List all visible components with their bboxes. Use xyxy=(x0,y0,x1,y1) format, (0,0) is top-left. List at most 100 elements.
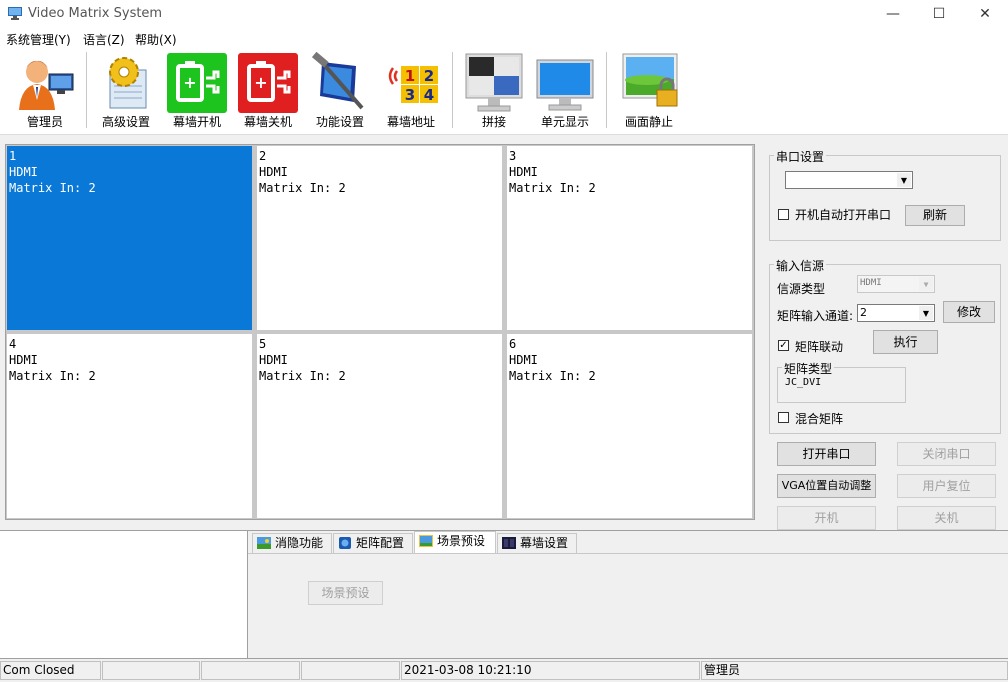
toolbar-separator xyxy=(606,52,607,128)
cell-source: HDMI xyxy=(9,164,252,180)
toolbar-freeze-frame-label: 画面静止 xyxy=(613,113,685,130)
cell-source: HDMI xyxy=(259,164,502,180)
status-empty-3 xyxy=(301,661,400,680)
source-type-select[interactable]: HDMI ▼ xyxy=(857,275,935,293)
power-off-button[interactable]: 关机 xyxy=(897,506,996,530)
toolbar-wall-address-label: 幕墙地址 xyxy=(377,113,445,130)
svg-text:1: 1 xyxy=(405,67,415,85)
user-reset-button[interactable]: 用户复位 xyxy=(897,474,996,498)
wall-cell-3[interactable]: 3 HDMI Matrix In: 2 xyxy=(507,146,752,330)
menu-language[interactable]: 语言(Z) xyxy=(83,31,125,48)
status-datetime: 2021-03-08 10:21:10 xyxy=(401,661,700,680)
mixed-matrix-checkbox[interactable] xyxy=(778,412,789,423)
cell-matrix-input: Matrix In: 2 xyxy=(259,180,502,196)
svg-text:+: + xyxy=(183,73,196,92)
cell-source: HDMI xyxy=(509,164,752,180)
landscape-icon xyxy=(257,537,271,549)
menu-help[interactable]: 帮助(X) xyxy=(135,31,177,48)
scene-preset-button[interactable]: 场景预设 xyxy=(308,581,383,605)
scene-preset-icon xyxy=(419,535,433,547)
cell-matrix-input: Matrix In: 2 xyxy=(509,368,752,384)
status-bar: Com Closed 2021-03-08 10:21:10 管理员 xyxy=(0,658,1008,682)
toolbar-wall-power-on-button[interactable]: + 幕墙开机 xyxy=(163,48,231,134)
vga-auto-adjust-button[interactable]: VGA位置自动调整 xyxy=(777,474,876,498)
toolbar-freeze-frame-button[interactable]: 画面静止 xyxy=(613,48,685,134)
open-port-button[interactable]: 打开串口 xyxy=(777,442,876,466)
toolbar-splice-label: 拼接 xyxy=(458,113,530,130)
wall-cell-6[interactable]: 6 HDMI Matrix In: 2 xyxy=(507,334,752,518)
tab-blanking[interactable]: 消隐功能 xyxy=(252,533,332,553)
cell-source: HDMI xyxy=(509,352,752,368)
input-source-title: 输入信源 xyxy=(774,257,826,274)
serial-port-select[interactable]: ▼ xyxy=(785,171,913,189)
toolbar: 管理员 高级设置 + 幕墙开机 + 幕墙关机 功能设置 xyxy=(0,48,1008,135)
matrix-type-value: JC_DVI xyxy=(785,377,821,388)
toolbar-unit-display-label: 单元显示 xyxy=(530,113,600,130)
status-empty-1 xyxy=(102,661,200,680)
execute-button[interactable]: 执行 xyxy=(873,330,938,354)
power-on-button[interactable]: 开机 xyxy=(777,506,876,530)
maximize-button[interactable]: ☐ xyxy=(916,0,962,28)
matrix-channel-select[interactable]: 2 ▼ xyxy=(857,304,935,322)
tab-scene-preset[interactable]: 场景预设 xyxy=(414,531,496,553)
cell-matrix-input: Matrix In: 2 xyxy=(509,180,752,196)
toolbar-function-settings-label: 功能设置 xyxy=(305,113,375,130)
matrix-link-checkbox[interactable]: ✓ xyxy=(778,340,789,351)
cell-matrix-input: Matrix In: 2 xyxy=(9,180,252,196)
wall-power-on-icon: + xyxy=(166,52,228,114)
cell-number: 1 xyxy=(9,148,252,164)
unit-display-icon xyxy=(533,52,597,114)
minimize-button[interactable]: — xyxy=(870,0,916,28)
tab-scene-preset-label: 场景预设 xyxy=(437,534,485,548)
wall-cell-5[interactable]: 5 HDMI Matrix In: 2 xyxy=(257,334,502,518)
close-button[interactable]: ✕ xyxy=(962,0,1008,28)
toolbar-separator xyxy=(86,52,87,128)
menu-system-management[interactable]: 系统管理(Y) xyxy=(6,31,71,48)
tab-matrix-config[interactable]: 矩阵配置 xyxy=(333,533,413,553)
log-list[interactable] xyxy=(0,530,248,659)
matrix-channel-value: 2 xyxy=(860,306,867,319)
matrix-channel-label: 矩阵输入通道: xyxy=(777,307,853,324)
menu-bar: 系统管理(Y) 语言(Z) 帮助(X) xyxy=(0,28,1008,48)
cell-source: HDMI xyxy=(259,352,502,368)
cell-matrix-input: Matrix In: 2 xyxy=(259,368,502,384)
toolbar-function-settings-button[interactable]: 功能设置 xyxy=(305,48,375,134)
toolbar-wall-address-button[interactable]: 1 2 3 4 幕墙地址 xyxy=(377,48,445,134)
scene-preset-panel: 场景预设 xyxy=(248,553,1008,660)
wall-settings-icon xyxy=(502,537,516,549)
matrix-type-title: 矩阵类型 xyxy=(782,360,834,377)
admin-user-icon xyxy=(13,52,77,112)
tab-wall-settings[interactable]: 幕墙设置 xyxy=(497,533,577,553)
close-port-button[interactable]: 关闭串口 xyxy=(897,442,996,466)
window-title: Video Matrix System xyxy=(28,6,162,21)
wall-cell-1[interactable]: 1 HDMI Matrix In: 2 xyxy=(7,146,252,330)
wall-cell-2[interactable]: 2 HDMI Matrix In: 2 xyxy=(257,146,502,330)
wall-cell-4[interactable]: 4 HDMI Matrix In: 2 xyxy=(7,334,252,518)
chevron-down-icon: ▼ xyxy=(919,306,933,320)
serial-settings-group xyxy=(769,155,1001,241)
mixed-matrix-label: 混合矩阵 xyxy=(795,410,843,427)
modify-button[interactable]: 修改 xyxy=(943,301,995,323)
toolbar-splice-button[interactable]: 拼接 xyxy=(458,48,530,134)
svg-text:2: 2 xyxy=(424,67,434,85)
wall-power-off-icon: + xyxy=(237,52,299,114)
status-com: Com Closed xyxy=(0,661,101,680)
auto-open-port-checkbox[interactable] xyxy=(778,209,789,220)
toolbar-wall-power-off-button[interactable]: + 幕墙关机 xyxy=(234,48,302,134)
toolbar-unit-display-button[interactable]: 单元显示 xyxy=(530,48,600,134)
chevron-down-icon: ▼ xyxy=(897,173,911,187)
cell-number: 5 xyxy=(259,336,502,352)
tab-blanking-label: 消隐功能 xyxy=(275,536,323,550)
matrix-link-label: 矩阵联动 xyxy=(795,338,843,355)
chevron-down-icon: ▼ xyxy=(919,277,933,291)
tab-matrix-config-label: 矩阵配置 xyxy=(356,536,404,550)
toolbar-advanced-settings-button[interactable]: 高级设置 xyxy=(92,48,160,134)
splice-icon xyxy=(462,52,526,114)
toolbar-admin-button[interactable]: 管理员 xyxy=(6,48,84,134)
refresh-button[interactable]: 刷新 xyxy=(905,205,965,226)
svg-text:4: 4 xyxy=(424,86,434,104)
app-monitor-icon xyxy=(8,7,22,20)
title-bar: Video Matrix System — ☐ ✕ xyxy=(0,0,1008,28)
status-empty-2 xyxy=(201,661,300,680)
source-type-value: HDMI xyxy=(860,278,882,288)
